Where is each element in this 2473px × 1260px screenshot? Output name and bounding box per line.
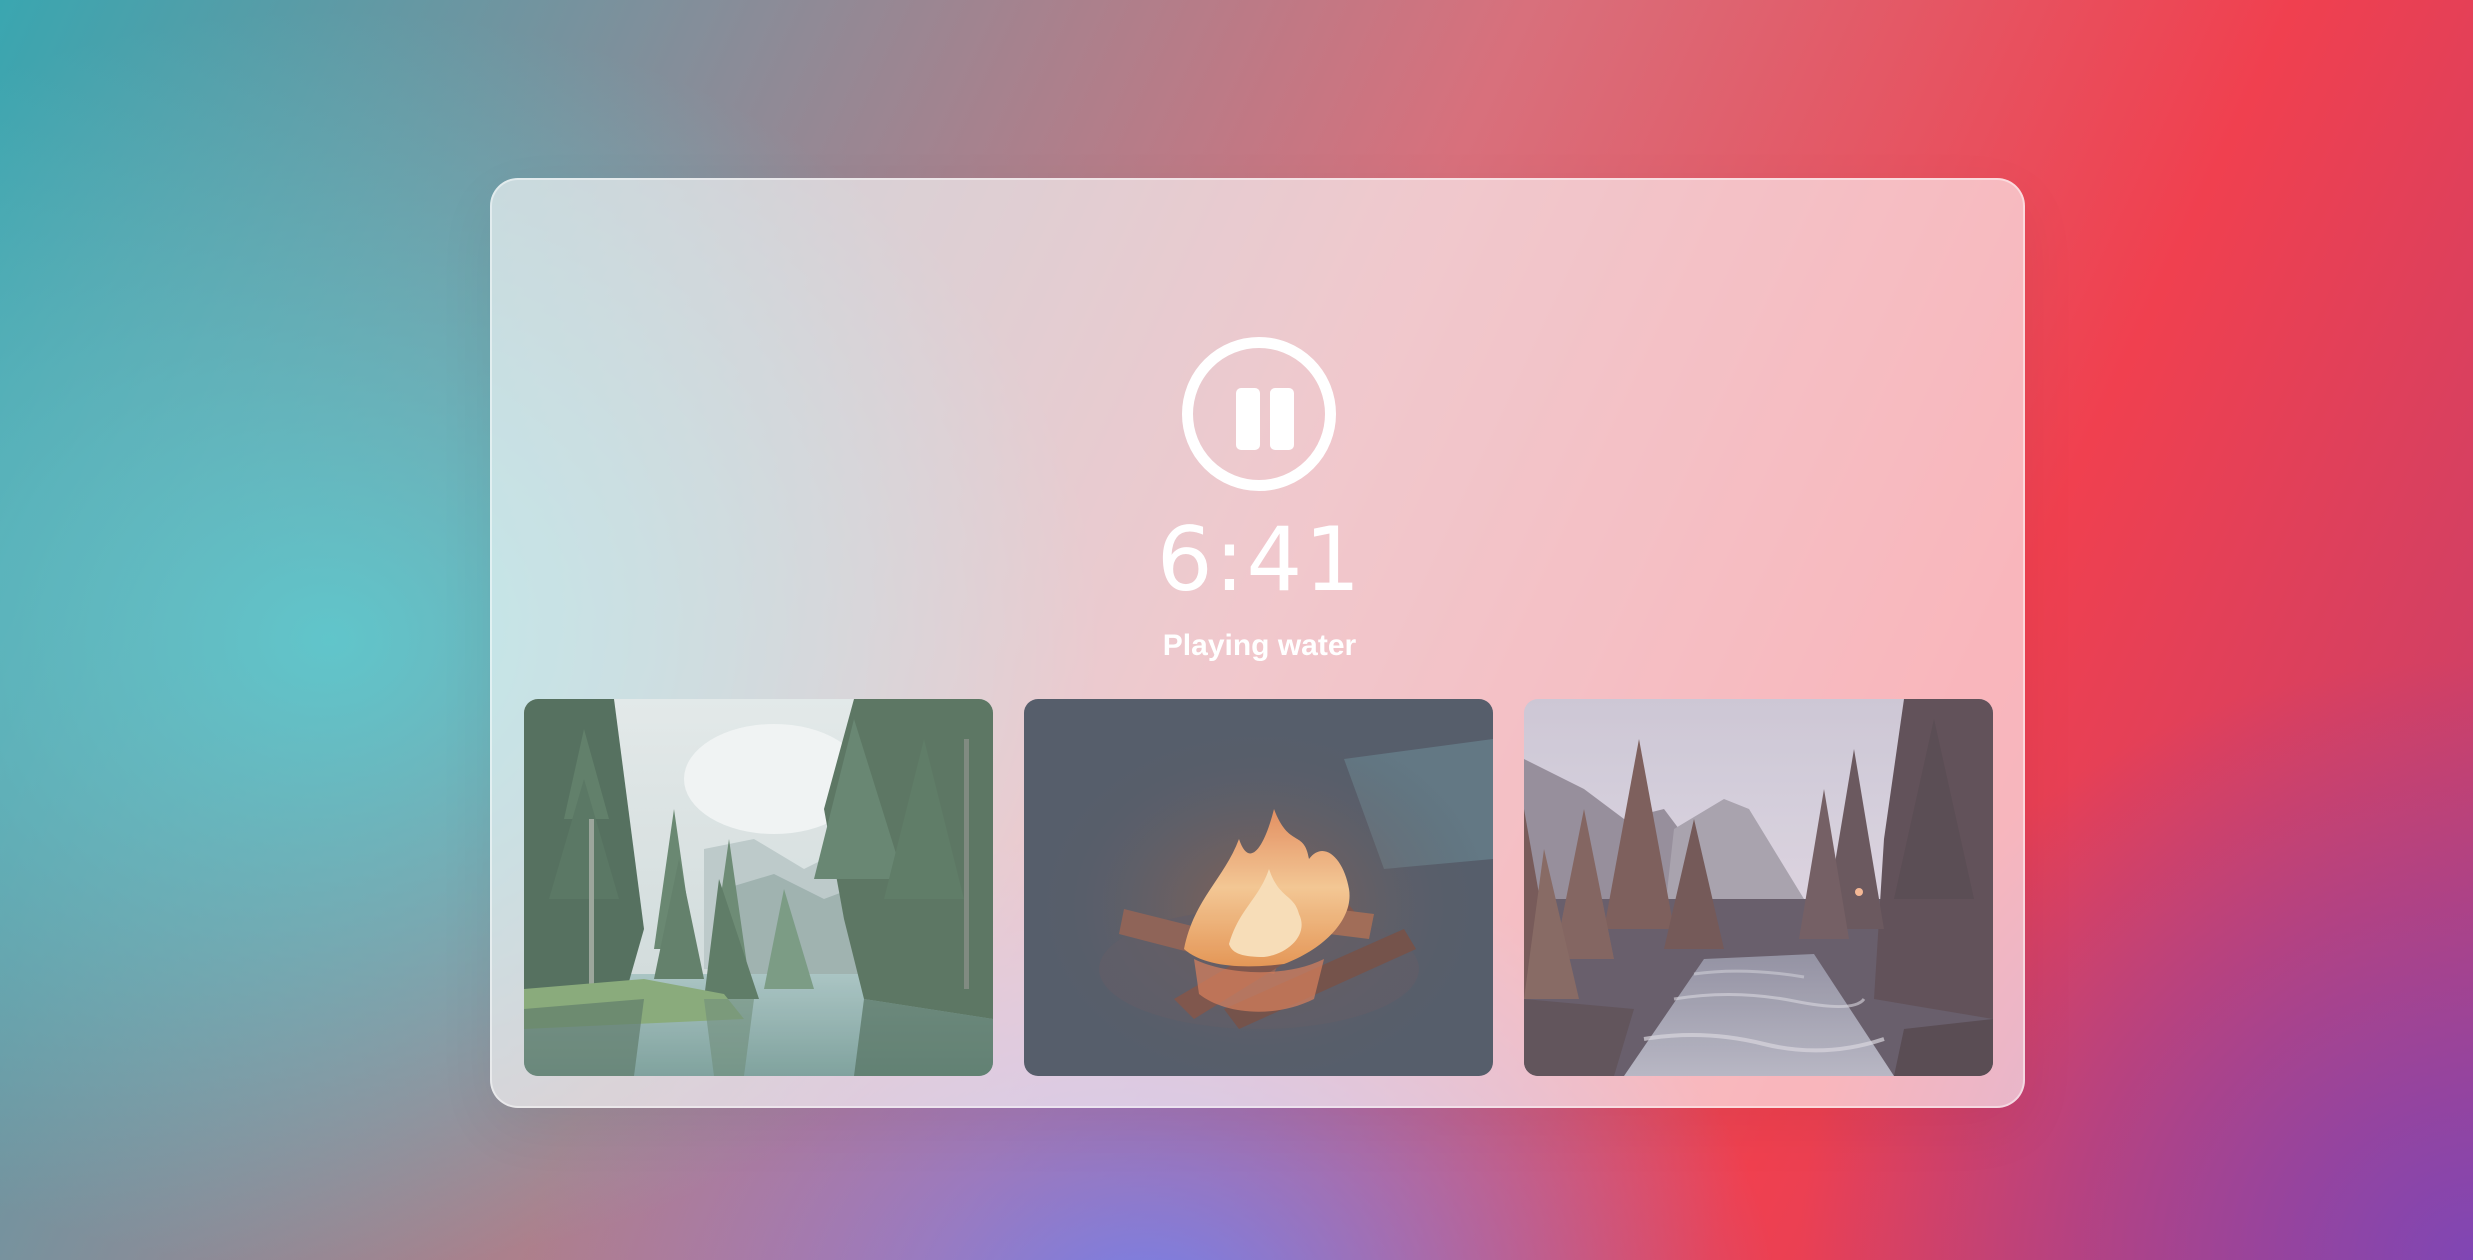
campfire-image (1024, 699, 1493, 1076)
sound-tile-water[interactable] (524, 699, 993, 1076)
mountain-river-image (1524, 699, 1993, 1076)
pause-bar-right (1270, 388, 1294, 450)
timer-display: 6:41 (1156, 508, 1363, 611)
pause-bar-left (1236, 388, 1260, 450)
pause-icon (1232, 388, 1298, 450)
forest-lake-image (524, 699, 993, 1076)
sound-tile-fire[interactable] (1024, 699, 1493, 1076)
status-text: Playing water (1162, 629, 1357, 662)
player-card: 6:41 Playing water (490, 178, 2025, 1108)
sound-tile-river[interactable] (1524, 699, 1993, 1076)
pause-button[interactable] (1182, 337, 1336, 491)
